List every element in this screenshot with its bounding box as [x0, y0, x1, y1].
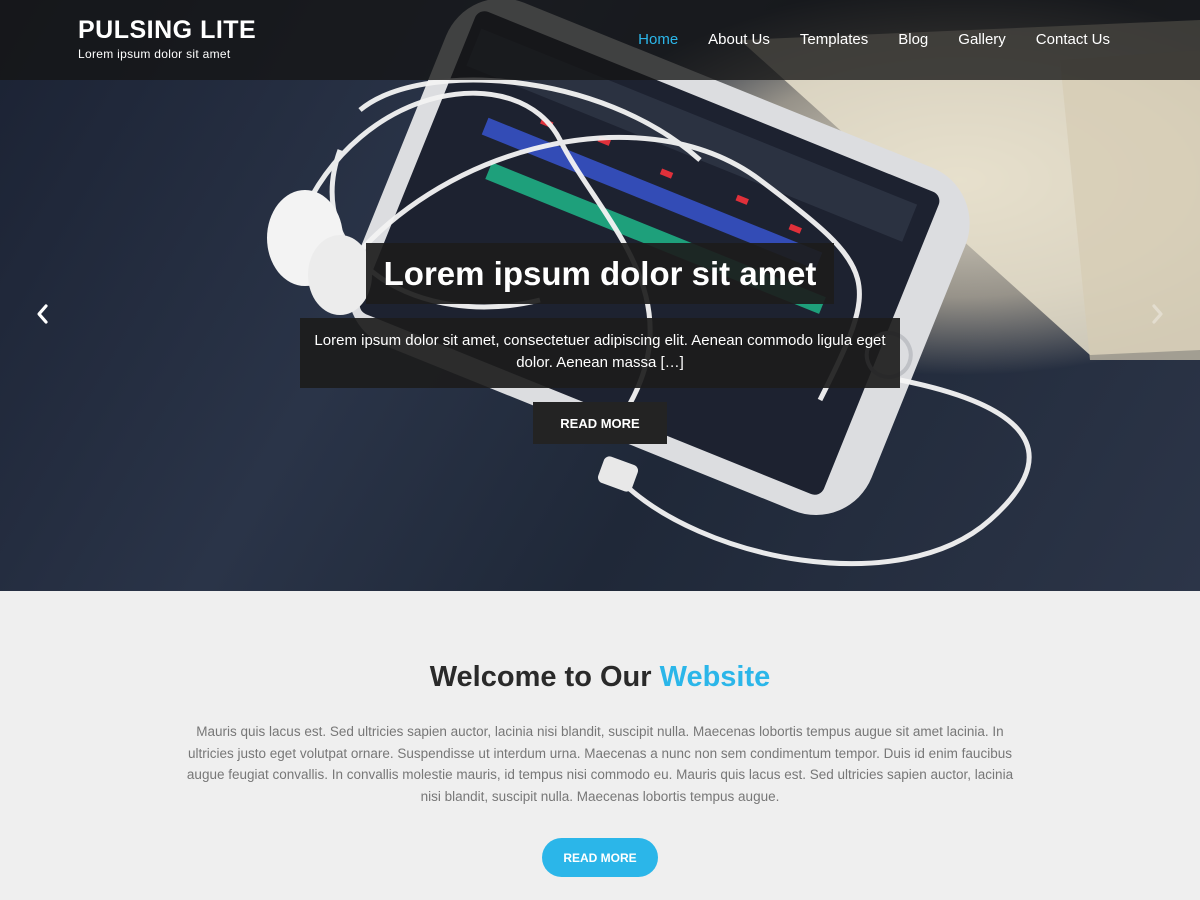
- chevron-right-icon: [1152, 304, 1163, 324]
- site-title[interactable]: PULSING LITE: [78, 16, 256, 44]
- slide-description: Lorem ipsum dolor sit amet, consectetuer…: [314, 332, 886, 371]
- slider-next-button[interactable]: [1146, 300, 1170, 328]
- slider-prev-button[interactable]: [30, 300, 54, 328]
- welcome-heading-accent: Website: [659, 661, 771, 693]
- nav-item-gallery[interactable]: Gallery: [958, 30, 1006, 50]
- nav-item-templates[interactable]: Templates: [800, 30, 868, 50]
- slide-read-more-button[interactable]: READ MORE: [533, 402, 667, 444]
- nav-item-blog[interactable]: Blog: [898, 30, 928, 50]
- slide-title: Lorem ipsum dolor sit amet: [383, 254, 817, 292]
- slide-caption-description-box: Lorem ipsum dolor sit amet, consectetuer…: [300, 318, 900, 388]
- chevron-left-icon: [37, 304, 48, 324]
- welcome-heading: Welcome to Our Website: [0, 661, 1200, 694]
- welcome-read-more-button[interactable]: READ MORE: [542, 838, 658, 877]
- site-branding: PULSING LITE Lorem ipsum dolor sit amet: [78, 16, 256, 61]
- welcome-section: Welcome to Our Website Mauris quis lacus…: [0, 591, 1200, 900]
- nav-item-contact-us[interactable]: Contact Us: [1036, 30, 1110, 50]
- site-tagline: Lorem ipsum dolor sit amet: [78, 47, 231, 61]
- slide-caption-title-box: Lorem ipsum dolor sit amet: [366, 243, 834, 304]
- nav-item-home[interactable]: Home: [638, 30, 678, 50]
- nav-item-about-us[interactable]: About Us: [708, 30, 770, 50]
- main-navigation: Home About Us Templates Blog Gallery Con…: [608, 30, 1110, 50]
- site-header: PULSING LITE Lorem ipsum dolor sit amet …: [0, 0, 1200, 80]
- welcome-text: Mauris quis lacus est. Sed ultricies sap…: [186, 724, 1014, 804]
- welcome-heading-plain: Welcome to Our: [429, 661, 652, 693]
